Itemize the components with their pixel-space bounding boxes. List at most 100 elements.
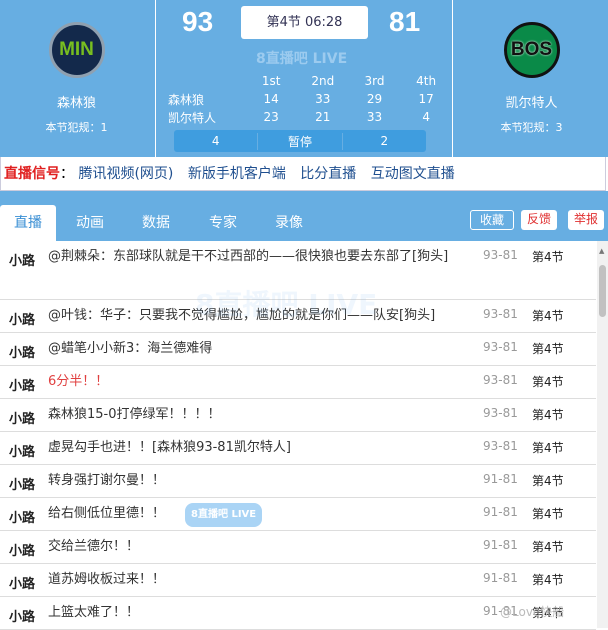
home-team-logo[interactable]: MIN — [48, 22, 105, 78]
q-header: 1st — [261, 74, 281, 88]
feed-row: 小路 道苏姆收板过来！！ 91-81 第4节 — [0, 564, 596, 597]
feedback-button[interactable]: 反馈 — [521, 210, 558, 230]
feed-row: 小路 虚晃勾手也进！！[森林狼93-81凯尔特人] 93-81 第4节 — [0, 432, 596, 465]
message: 虚晃勾手也进！！[森林狼93-81凯尔特人] — [48, 437, 468, 459]
live-badge: 8直播吧 LIVE — [185, 503, 263, 527]
scrollbar-thumb[interactable] — [599, 265, 606, 317]
period: 第4节 — [532, 250, 564, 264]
tab-replay[interactable]: 录像 — [261, 205, 317, 241]
signal-colon: ： — [60, 166, 74, 182]
feed-row: 小路 给右侧低位里德！！ 8直播吧 LIVE 91-81 第4节 — [0, 498, 596, 531]
home-score: 93 — [182, 6, 214, 37]
tab-live[interactable]: 直播 — [0, 205, 56, 241]
feed-row: 小路 森林狼15-0打停绿军！！！！ 93-81 第4节 — [0, 399, 596, 432]
author: 小路 — [9, 445, 36, 460]
live-watermark-large: 8直播吧 LIVE — [195, 288, 378, 321]
favorite-button[interactable]: 收藏 — [470, 210, 515, 230]
author: 小路 — [9, 511, 36, 526]
home-team-fouls: 本节犯规：1 — [45, 121, 108, 134]
period: 第4节 — [532, 474, 564, 488]
q-score: 33 — [315, 92, 331, 106]
signal-link[interactable]: 比分直播 — [300, 166, 356, 182]
tab-experts[interactable]: 专家 — [195, 205, 251, 241]
score-center: 93 第4节 06:28 81 8直播吧 LIVE 1st 2nd 3rd 4th 森… — [155, 0, 453, 157]
feed-row: 小路 交给兰德尔！！ 91-81 第4节 — [0, 531, 596, 564]
message: @荆棘朵：东部球队就是干不过西部的——很快狼也要去东部了[狗头] — [48, 246, 468, 268]
corner-watermark: @Love快船 — [500, 605, 565, 619]
author: 小路 — [9, 254, 36, 269]
q-header: 3rd — [364, 74, 385, 88]
score: 93-81 — [483, 307, 518, 321]
message: @蜡笔小小新3：海兰德难得 — [48, 338, 468, 360]
message: 道苏姆收板过来！！ — [48, 569, 468, 591]
message-text: 交给兰德尔！！ — [48, 539, 140, 554]
period: 第4节 — [532, 507, 564, 521]
message: 转身强打谢尔曼！！ — [48, 470, 468, 492]
scrollbar[interactable]: ▲ — [597, 241, 608, 628]
q-score: 4 — [422, 110, 430, 124]
signal-label: 直播信号 — [4, 166, 60, 182]
message: 给右侧低位里德！！ 8直播吧 LIVE — [48, 503, 468, 527]
period: 第4节 — [532, 441, 564, 455]
message-text: 上篮太难了！！ — [48, 605, 140, 620]
author: 小路 — [9, 478, 36, 493]
away-team-fouls: 本节犯规：3 — [500, 121, 563, 134]
q-score: 21 — [315, 110, 331, 124]
score: 91-81 — [483, 571, 518, 585]
period: 第4节 — [532, 342, 564, 356]
home-timeouts: 4 — [211, 134, 220, 148]
timeout-label: 暂停 — [257, 132, 343, 150]
q-score: 33 — [366, 110, 383, 124]
message-text: 转身强打谢尔曼！！ — [48, 473, 166, 488]
quarter-scores-table: 1st 2nd 3rd 4th 森林狼 14 33 29 17 凯尔特人 23 21 33 4 — [168, 72, 452, 126]
author: 小路 — [9, 379, 36, 394]
score: 93-81 — [483, 439, 518, 453]
message-text: 给右侧低位里德！！ — [48, 506, 166, 521]
author: 小路 — [9, 544, 36, 559]
tab-animation[interactable]: 动画 — [62, 205, 118, 241]
tab-bar: 直播 动画 数据 专家 录像 收藏 反馈 举报 — [0, 191, 608, 241]
feed-row: 小路 转身强打谢尔曼！！ 91-81 第4节 — [0, 465, 596, 498]
score: 91-81 — [483, 472, 518, 486]
q-score: 29 — [366, 92, 383, 106]
score: 93-81 — [483, 248, 518, 262]
q-header: 4th — [416, 74, 437, 88]
message-text: @蜡笔小小新3：海兰德难得 — [48, 341, 213, 356]
period: 第4节 — [532, 375, 564, 389]
message: 森林狼15-0打停绿军！！！！ — [48, 404, 468, 426]
away-score: 81 — [389, 6, 421, 37]
message: 6分半！！ — [48, 371, 468, 393]
author: 小路 — [9, 313, 36, 328]
away-team-name: 凯尔特人 — [505, 96, 558, 111]
score: 91-81 — [483, 538, 518, 552]
period: 第4节 — [532, 408, 564, 422]
message-text: 6分半！！ — [48, 374, 109, 389]
score: 91-81 — [483, 505, 518, 519]
q-score: 23 — [263, 110, 279, 124]
live-signal-bar: 直播信号： 腾讯视频(网页) 新版手机客户端 比分直播 互动图文直播 — [0, 157, 606, 191]
away-team-logo[interactable]: BOS — [503, 22, 560, 78]
report-button[interactable]: 举报 — [568, 210, 605, 230]
live-watermark: 8直播吧 LIVE — [256, 51, 348, 67]
score: 93-81 — [483, 340, 518, 354]
q-team: 森林狼 — [168, 92, 205, 107]
score: 93-81 — [483, 373, 518, 387]
q-header: 2nd — [311, 74, 335, 88]
signal-link[interactable]: 腾讯视频(网页) — [78, 166, 173, 182]
signal-link[interactable]: 新版手机客户端 — [188, 166, 286, 182]
message-text: 道苏姆收板过来！！ — [48, 572, 166, 587]
scroll-up-icon[interactable]: ▲ — [599, 247, 604, 255]
home-team-name: 森林狼 — [56, 96, 96, 111]
message-text: 森林狼15-0打停绿军！！！！ — [48, 407, 221, 422]
period: 第4节 — [532, 540, 564, 554]
feed-row: 小路 6分半！！ 93-81 第4节 — [0, 366, 596, 399]
score: 93-81 — [483, 406, 518, 420]
signal-link[interactable]: 互动图文直播 — [371, 166, 455, 182]
tab-stats[interactable]: 数据 — [128, 205, 184, 241]
feed-row: 小路 @蜡笔小小新3：海兰德难得 93-81 第4节 — [0, 333, 596, 366]
game-clock: 第4节 06:28 — [241, 6, 368, 39]
author: 小路 — [9, 610, 36, 625]
scoreboard-header: MIN 森林狼 本节犯规：1 93 第4节 06:28 81 8直播吧 LIVE… — [0, 0, 608, 157]
author: 小路 — [9, 412, 36, 427]
period: 第4节 — [532, 573, 564, 587]
